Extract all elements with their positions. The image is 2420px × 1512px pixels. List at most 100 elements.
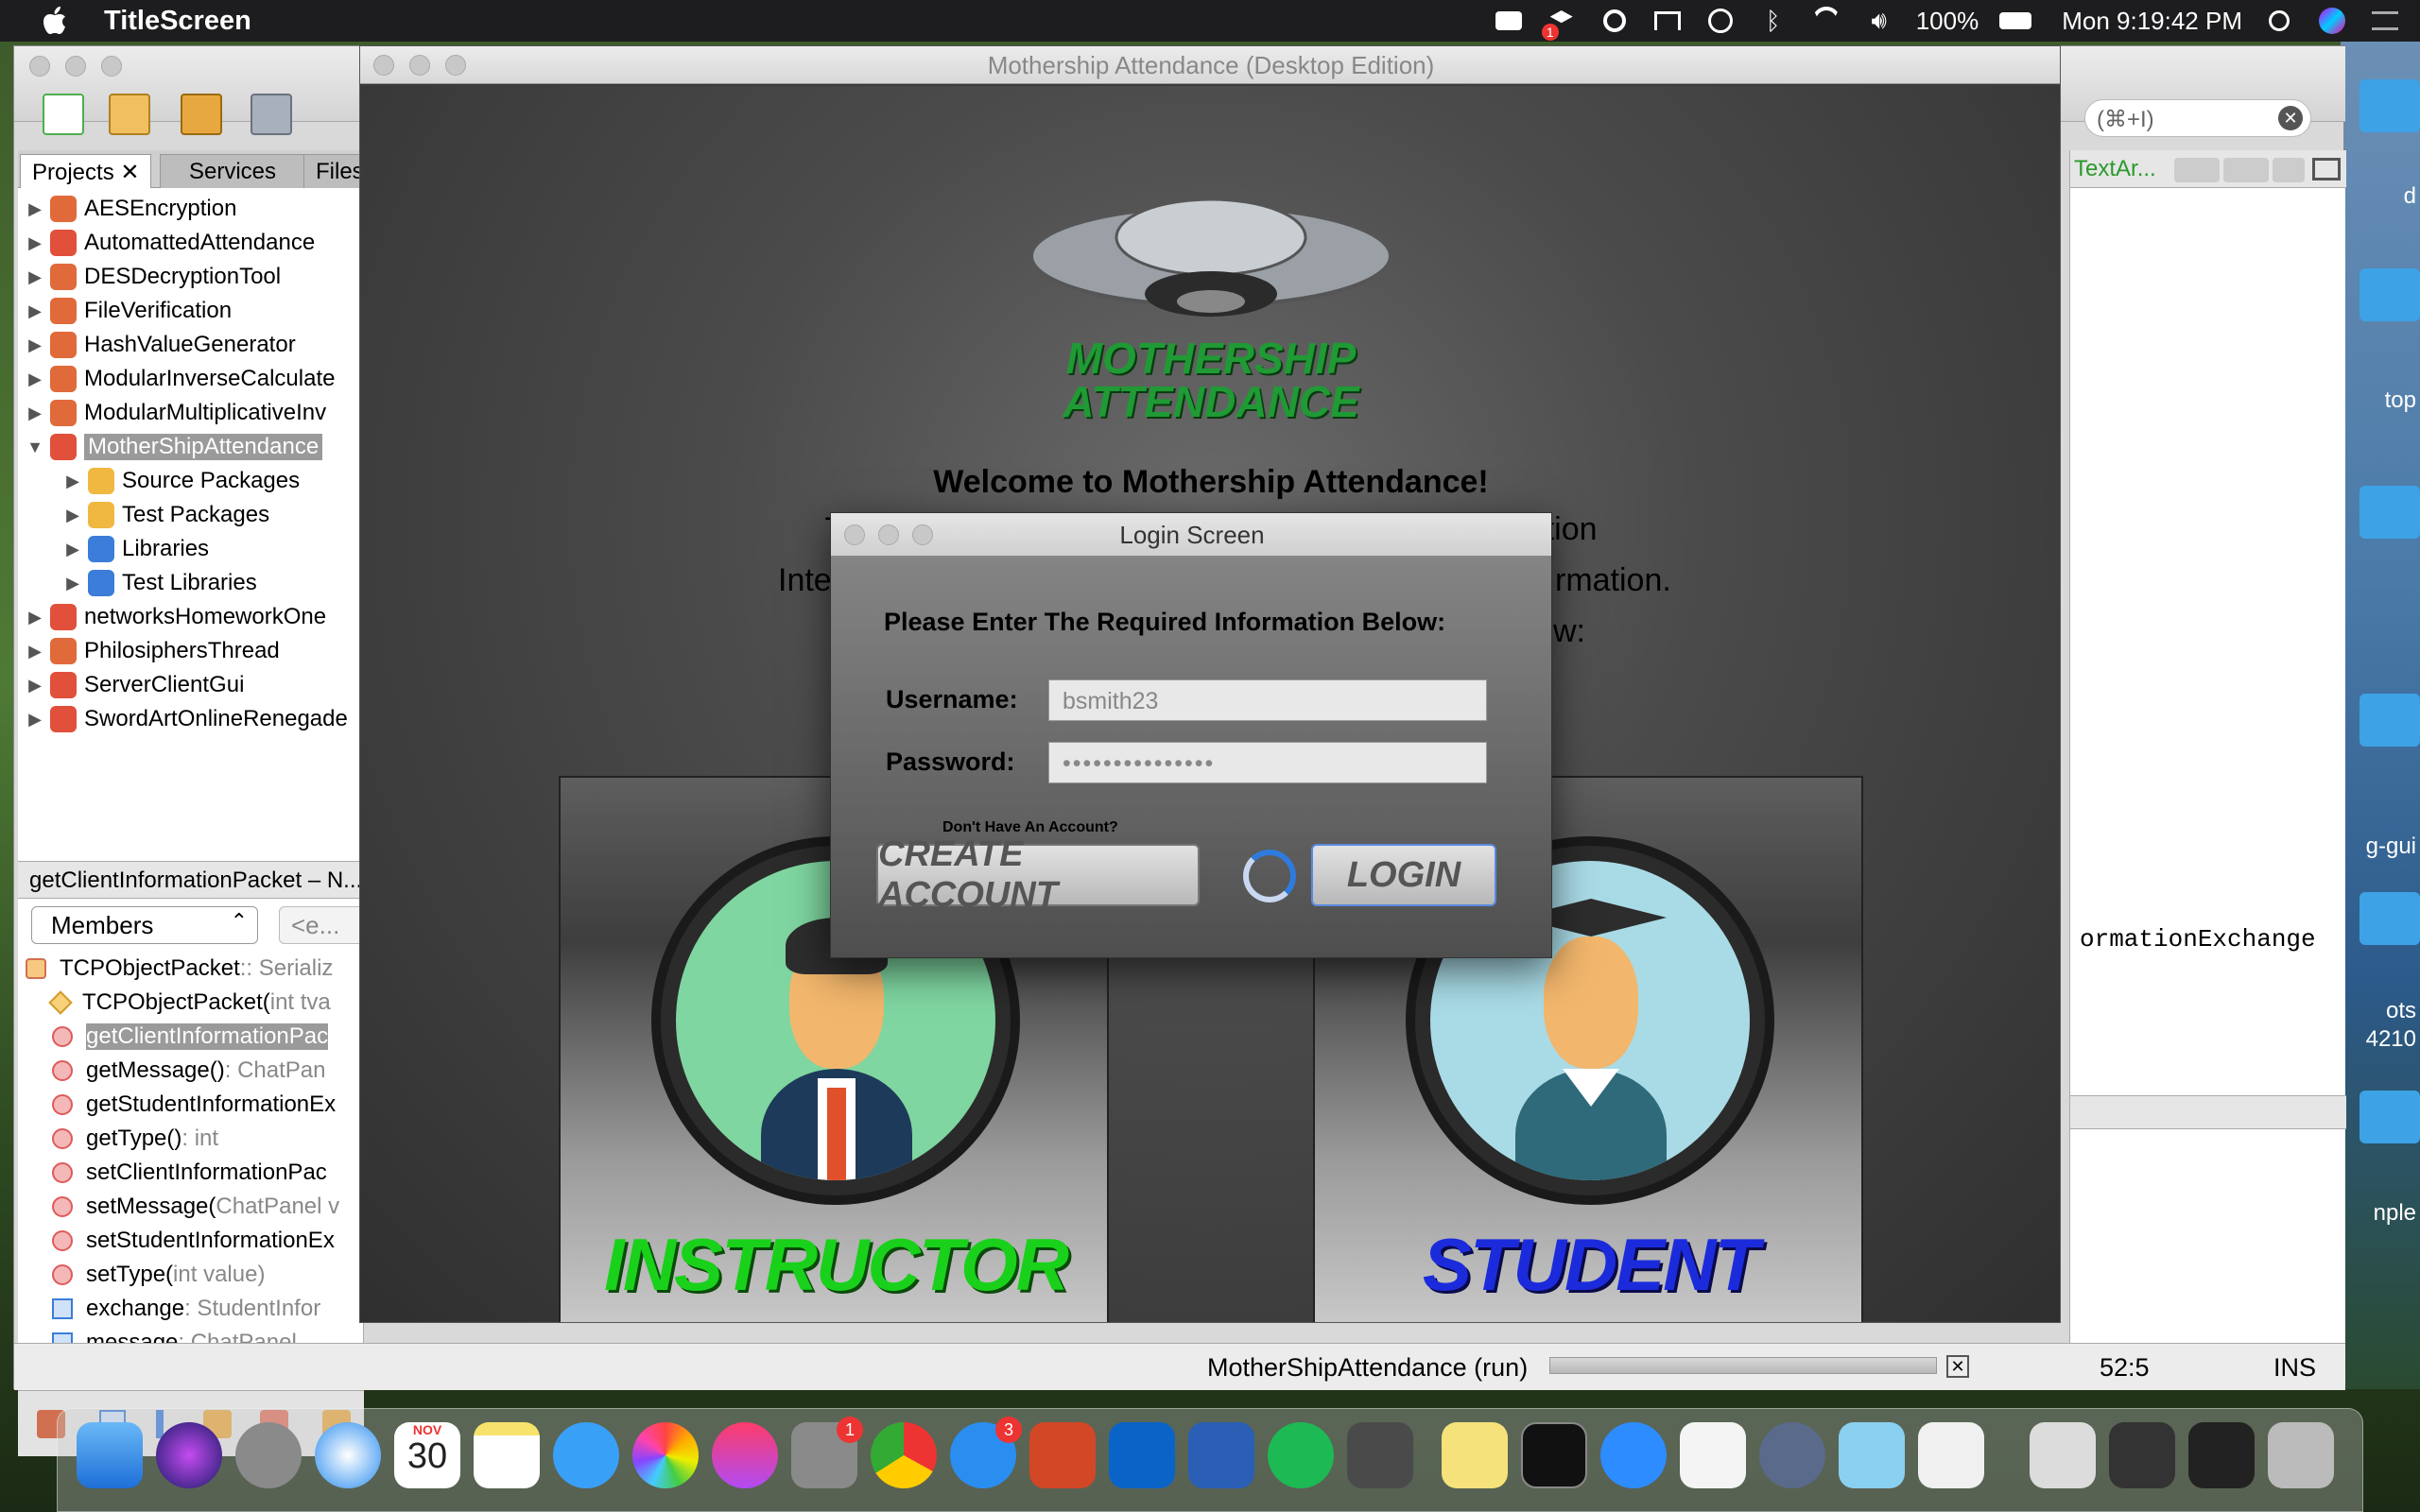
scroll-tabs-right-icon[interactable] — [2223, 158, 2269, 182]
expand-arrow-icon[interactable]: ▶ — [26, 301, 44, 321]
time-machine-icon[interactable] — [1704, 7, 1737, 35]
project-item[interactable]: ▶ FileVerification — [18, 294, 364, 328]
finder-icon[interactable] — [77, 1422, 143, 1488]
expand-arrow-icon[interactable]: ▶ — [26, 608, 44, 627]
minimize-dialog-button[interactable] — [878, 524, 899, 545]
desktop-folder-icon[interactable] — [2360, 694, 2420, 747]
clear-search-icon[interactable]: ✕ — [2278, 106, 2303, 130]
project-item[interactable]: ▶ AESEncryption — [18, 192, 364, 226]
tree-folder-item[interactable]: ▶ Libraries — [18, 532, 364, 566]
powerpoint-icon[interactable] — [1029, 1422, 1096, 1488]
member-item[interactable]: setType(int value) — [18, 1258, 364, 1292]
expand-arrow-icon[interactable]: ▶ — [63, 472, 82, 491]
calendar-icon[interactable]: NOV 30 — [394, 1422, 460, 1488]
zoom-dialog-button[interactable] — [912, 524, 933, 545]
safari-icon[interactable] — [315, 1422, 381, 1488]
stop-process-icon[interactable]: ✕ — [1946, 1355, 1969, 1378]
app-name-menu[interactable]: TitleScreen — [104, 6, 251, 37]
project-item[interactable]: ▶ ModularMultiplicativeInv — [18, 396, 364, 430]
trash-icon[interactable] — [2268, 1422, 2334, 1488]
expand-arrow-icon[interactable]: ▶ — [26, 404, 44, 423]
photos-icon[interactable] — [632, 1422, 699, 1488]
video-camera-icon[interactable] — [1493, 7, 1525, 35]
tree-folder-item[interactable]: ▶ Test Libraries — [18, 566, 364, 600]
wifi-icon[interactable] — [1810, 7, 1842, 35]
spotlight-search-icon[interactable] — [2263, 7, 2295, 35]
tab-list-dropdown-icon[interactable] — [2273, 158, 2305, 182]
spotify-icon[interactable] — [1268, 1422, 1334, 1488]
expand-arrow-icon[interactable]: ▶ — [26, 335, 44, 355]
keyboard-viewer-icon[interactable] — [2109, 1422, 2175, 1488]
outlook-icon[interactable] — [1109, 1422, 1175, 1488]
member-item[interactable]: getStudentInformationEx — [18, 1088, 364, 1122]
battery-icon[interactable] — [1999, 7, 2032, 35]
expand-arrow-icon[interactable]: ▶ — [26, 199, 44, 219]
member-item[interactable]: TCPObjectPacket :: Serializ — [18, 952, 364, 986]
desktop-folder-icon[interactable] — [2360, 79, 2420, 132]
editor-tab-textarea[interactable]: TextAr... — [2074, 156, 2156, 182]
sublime-text-icon[interactable] — [1347, 1422, 1413, 1488]
notes-icon[interactable] — [474, 1422, 540, 1488]
member-item[interactable]: getMessage() : ChatPan — [18, 1054, 364, 1088]
expand-arrow-icon[interactable]: ▶ — [26, 267, 44, 287]
username-field[interactable]: bsmith23 — [1048, 679, 1487, 721]
close-window-button[interactable] — [29, 56, 50, 77]
menubar-clock[interactable]: Mon 9:19:42 PM — [2062, 7, 2242, 36]
open-project-icon[interactable] — [181, 94, 222, 135]
tab-projects[interactable]: Projects ✕ — [20, 154, 152, 188]
desktop-folder-icon[interactable] — [2360, 486, 2420, 539]
siri-icon[interactable] — [2316, 7, 2348, 35]
project-item[interactable]: ▶ PhilosiphersThread — [18, 634, 364, 668]
music-icon[interactable] — [712, 1422, 778, 1488]
zoom-window-button[interactable] — [101, 56, 122, 77]
tree-folder-item[interactable]: ▶ Source Packages — [18, 464, 364, 498]
expand-arrow-icon[interactable]: ▶ — [63, 574, 82, 593]
save-all-icon[interactable] — [251, 94, 292, 135]
word-icon[interactable] — [1188, 1422, 1254, 1488]
textedit-icon[interactable] — [1680, 1422, 1746, 1488]
project-item[interactable]: ▶ networksHomeworkOne — [18, 600, 364, 634]
java-icon[interactable] — [1918, 1422, 1984, 1488]
member-item[interactable]: setMessage(ChatPanel v — [18, 1190, 364, 1224]
new-file-icon[interactable] — [43, 94, 84, 135]
zoom-window-button[interactable] — [445, 55, 466, 76]
volume-icon[interactable]: 🔊︎ — [1863, 6, 1895, 35]
airplay-icon[interactable] — [1651, 7, 1684, 35]
member-item[interactable]: setClientInformationPac — [18, 1156, 364, 1190]
expand-arrow-icon[interactable]: ▶ — [63, 506, 82, 525]
create-account-button[interactable]: CREATE ACCOUNT — [876, 834, 1200, 915]
expand-arrow-icon[interactable]: ▶ — [26, 676, 44, 696]
maximize-editor-icon[interactable] — [2312, 158, 2341, 180]
scroll-tabs-left-icon[interactable] — [2174, 158, 2220, 182]
member-item[interactable]: TCPObjectPacket(int tva — [18, 986, 364, 1020]
desktop-folder-icon[interactable] — [2360, 268, 2420, 321]
apple-menu-icon[interactable] — [36, 2, 74, 40]
dropbox-icon[interactable]: 1 — [1541, 7, 1578, 41]
app-store-icon[interactable]: 3 — [950, 1417, 1022, 1488]
member-item[interactable]: getType() : int — [18, 1122, 364, 1156]
expand-arrow-icon[interactable]: ▶ — [26, 642, 44, 662]
expand-arrow-icon[interactable]: ▶ — [26, 369, 44, 389]
project-item[interactable]: ▶ AutomattedAttendance — [18, 226, 364, 260]
project-item[interactable]: ▶ HashValueGenerator — [18, 328, 364, 362]
desktop-folder-icon[interactable] — [2360, 892, 2420, 945]
password-field[interactable]: ••••••••••••••• — [1048, 742, 1487, 783]
messages-icon[interactable] — [553, 1422, 619, 1488]
stickies-icon[interactable] — [1442, 1422, 1508, 1488]
bluetooth-icon[interactable]: ᛒ — [1757, 7, 1789, 35]
minimized-window-icon[interactable] — [2188, 1422, 2255, 1488]
tree-folder-item[interactable]: ▶ Test Packages — [18, 498, 364, 532]
minimize-window-button[interactable] — [409, 55, 430, 76]
quicktime-icon[interactable] — [1759, 1422, 1825, 1488]
expand-arrow-icon[interactable]: ▶ — [26, 233, 44, 253]
netbeans-icon[interactable] — [1839, 1422, 1905, 1488]
project-item[interactable]: ▼ MotherShipAttendance — [18, 430, 364, 464]
expand-arrow-icon[interactable]: ▶ — [26, 710, 44, 730]
tab-services[interactable]: Services — [160, 154, 306, 188]
chrome-icon[interactable] — [871, 1422, 937, 1488]
member-item[interactable]: setStudentInformationEx — [18, 1224, 364, 1258]
expand-arrow-icon[interactable]: ▶ — [63, 540, 82, 559]
desktop-folder-icon[interactable] — [2360, 1091, 2420, 1143]
login-button[interactable]: LOGIN — [1311, 844, 1496, 906]
system-preferences-icon[interactable]: 1 — [791, 1417, 863, 1488]
